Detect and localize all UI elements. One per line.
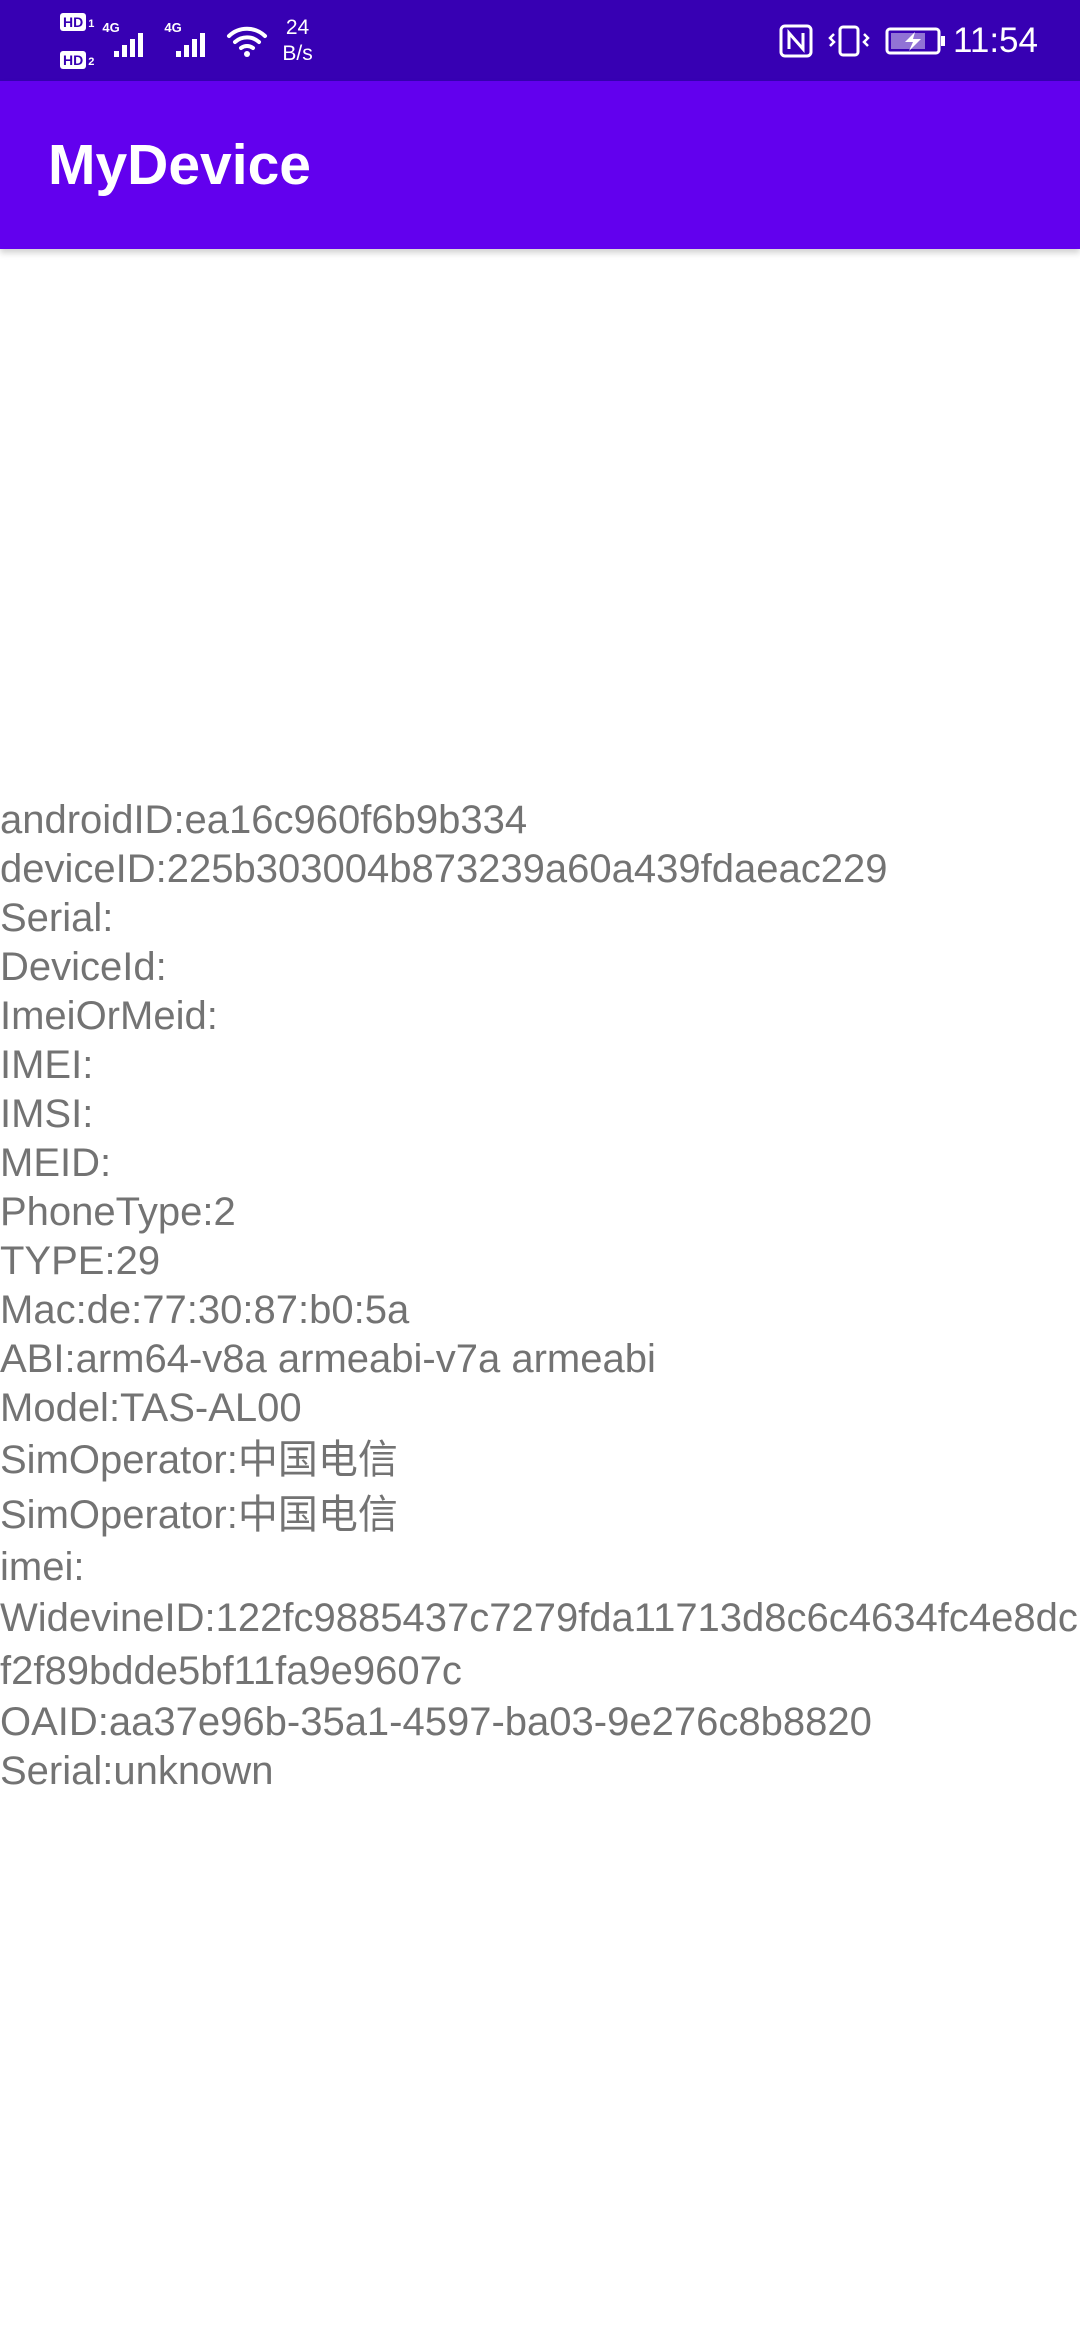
signal-icon: 4G	[164, 21, 216, 61]
hd-sim-number: 1	[88, 18, 95, 30]
hd-label: HD	[60, 13, 87, 31]
hd-icon: HD 2	[60, 51, 94, 69]
network-speed-unit: B/s	[282, 42, 313, 65]
info-line-android-id: androidID:ea16c960f6b9b334	[0, 798, 528, 842]
info-line-meid: MEID:	[0, 1141, 112, 1185]
info-line-imei-lower: imei:	[0, 1545, 85, 1589]
hd-indicators: HD 1 HD 2	[60, 13, 94, 69]
status-bar-left: HD 1 HD 2 4G 4G 24 B/s	[60, 10, 313, 72]
signal-icon: 4G	[102, 21, 154, 61]
info-line-sim-operator-2: SimOperator:中国电信	[0, 1493, 398, 1537]
info-line-imsi: IMSI:	[0, 1092, 94, 1136]
device-info-list: androidID:ea16c960f6b9b334 deviceID:225b…	[0, 796, 1080, 1796]
status-time: 11:54	[953, 21, 1038, 60]
info-line-imei-or-meid: ImeiOrMeid:	[0, 994, 218, 1038]
wifi-icon	[227, 26, 268, 57]
info-line-type: TYPE:29	[0, 1239, 161, 1283]
info-line-device-id: deviceID:225b303004b873239a60a439fdaeac2…	[0, 847, 888, 891]
info-line-mac: Mac:de:77:30:87:b0:5a	[0, 1288, 410, 1332]
info-line-oaid: OAID:aa37e96b-35a1-4597-ba03-9e276c8b882…	[0, 1700, 872, 1744]
info-line-imei: IMEI:	[0, 1043, 94, 1087]
vibrate-icon	[828, 25, 870, 57]
network-speed-value: 24	[285, 16, 310, 39]
info-line-abi: ABI:arm64-v8a armeabi-v7a armeabi	[0, 1337, 656, 1381]
hd-sim-number: 2	[88, 56, 95, 68]
network-speed: 24 B/s	[282, 15, 312, 67]
info-line-serial-unknown: Serial:unknown	[0, 1749, 274, 1793]
app-title: MyDevice	[48, 133, 311, 197]
app-bar: MyDevice	[0, 81, 1080, 249]
info-line-widevine-id: WidevineID:122fc9885437c7279fda11713d8c6…	[0, 1596, 1078, 1693]
hd-label: HD	[60, 51, 87, 69]
info-line-device-id-tm: DeviceId:	[0, 945, 167, 989]
nfc-icon	[779, 24, 813, 58]
hd-icon: HD 1	[60, 13, 94, 31]
info-line-phone-type: PhoneType:2	[0, 1190, 236, 1234]
battery-charging-icon	[885, 27, 945, 55]
info-line-serial: Serial:	[0, 896, 114, 940]
status-bar: HD 1 HD 2 4G 4G 24 B/s 11:54	[0, 0, 1080, 81]
info-line-sim-operator: SimOperator:中国电信	[0, 1438, 398, 1482]
info-line-model: Model:TAS-AL00	[0, 1386, 302, 1430]
status-bar-right: 11:54	[765, 10, 1038, 72]
